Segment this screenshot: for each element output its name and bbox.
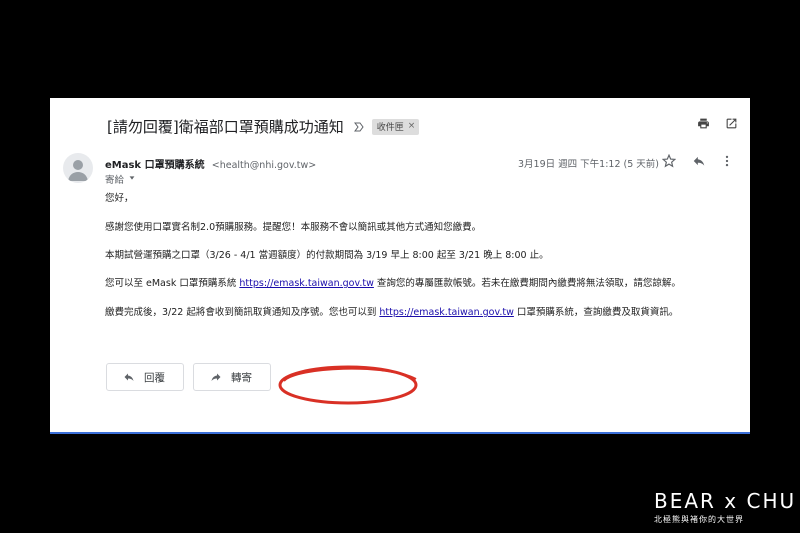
email-date: 3月19日 週四 下午1:12 (5 天前) (518, 159, 660, 170)
body-text-segment: 繳費完成後，3/22 起將會收到簡訊取貨通知及序號。您也可以到 (105, 307, 380, 318)
red-annotation-circle (278, 365, 418, 405)
watermark-subtitle: 北極熊與褚你的大世界 (654, 515, 744, 524)
subject-row: [請勿回覆]衛福部口罩預購成功通知 收件匣 × (107, 116, 420, 137)
body-text-segment: 查詢您的專屬匯款帳號。若未在繳費期間內繳費將無法領取，請您諒解。 (373, 278, 681, 289)
reply-button[interactable]: 回覆 (106, 363, 184, 391)
email-panel: [請勿回覆]衛福部口罩預購成功通知 收件匣 × eMask 口罩預購系統 <he… (50, 98, 750, 434)
remove-label-icon[interactable]: × (408, 121, 416, 131)
open-in-new-icon[interactable] (724, 116, 738, 130)
forward-arrow-icon (211, 373, 221, 381)
inbox-label-chip[interactable]: 收件匣 × (371, 118, 420, 135)
email-subject: [請勿回覆]衛福部口罩預購成功通知 (107, 118, 344, 136)
sender-avatar (63, 153, 93, 183)
reply-button-label: 回覆 (144, 371, 165, 384)
watermark-title: BEAR x CHU (654, 489, 797, 513)
print-icon[interactable] (696, 116, 710, 130)
message-actions (661, 153, 732, 172)
body-line-thanks: 感謝您使用口罩實名制2.0預購服務。提醒您！本服務不會以簡訊或其他方式通知您繳費… (105, 222, 482, 233)
body-text-segment: 您可以至 eMask 口罩預購系統 (105, 278, 240, 289)
body-line-pickup: 繳費完成後，3/22 起將會收到簡訊取貨通知及序號。您也可以到 https://… (105, 306, 678, 319)
forward-button[interactable]: 轉寄 (193, 363, 271, 391)
reply-arrow-icon (124, 373, 134, 381)
sender-email: <health@nhi.gov.tw> (211, 160, 317, 171)
watermark: BEAR x CHU 北極熊與褚你的大世界 (654, 489, 796, 525)
inbox-label-text: 收件匣 (376, 122, 404, 133)
emask-link-2[interactable]: https://emask.taiwan.gov.tw (379, 307, 514, 318)
body-greeting: 您好， (105, 193, 134, 204)
to-label: 寄給 (105, 175, 125, 186)
top-actions (696, 116, 738, 130)
body-line-payment-period: 本期試營運預購之口罩（3/26 - 4/1 當週額度）的付款期間為 3/19 早… (105, 250, 549, 261)
body-text-segment: 口罩預購系統，查詢繳費及取貨資訊。 (513, 307, 679, 318)
sender-row: eMask 口罩預購系統 <health@nhi.gov.tw> (105, 156, 316, 171)
star-icon[interactable] (661, 153, 677, 172)
body-line-account-query: 您可以至 eMask 口罩預購系統 https://emask.taiwan.g… (105, 277, 681, 290)
recipient-row[interactable]: 寄給 (105, 172, 136, 186)
emask-link[interactable]: https://emask.taiwan.gov.tw (239, 278, 374, 289)
reply-icon[interactable] (692, 153, 706, 172)
sender-name: eMask 口罩預購系統 (105, 160, 205, 171)
more-vert-icon[interactable] (722, 153, 732, 172)
caret-down-icon[interactable] (128, 174, 136, 185)
forward-button-label: 轉寄 (231, 371, 252, 384)
important-marker-icon[interactable] (353, 122, 364, 132)
